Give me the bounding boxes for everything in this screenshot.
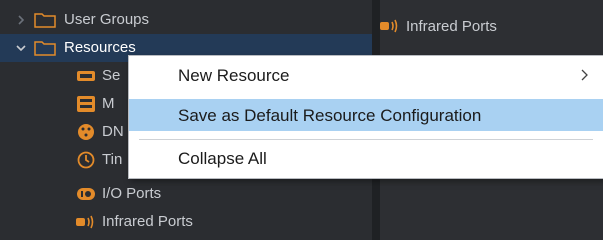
menu-item-label: New Resource xyxy=(178,66,290,85)
tree-item-infrared-ports[interactable]: Infrared Ports xyxy=(0,208,372,236)
tree-item-user-groups[interactable]: User Groups xyxy=(0,6,372,34)
chevron-right-icon xyxy=(581,69,588,81)
tree-item-label: Tin xyxy=(102,151,123,168)
timer-icon xyxy=(77,151,95,169)
infrared-port-icon xyxy=(380,19,398,33)
menu-item-new-resource[interactable]: New Resource xyxy=(129,59,603,91)
context-menu: New Resource Save as Default Resource Co… xyxy=(128,55,603,179)
infrared-port-icon xyxy=(76,215,94,229)
dmx-connector-icon xyxy=(78,124,94,140)
tree-item-label: Se xyxy=(102,67,121,84)
chevron-down-icon[interactable] xyxy=(14,41,28,55)
tree-item-label: User Groups xyxy=(64,11,150,28)
menu-item-label: Collapse All xyxy=(178,149,267,168)
folder-icon xyxy=(34,41,56,56)
serial-port-icon xyxy=(77,71,95,81)
menu-item-label: Save as Default Resource Configuration xyxy=(178,106,482,125)
detail-item-label: Infrared Ports xyxy=(406,18,497,35)
tree-item-io-ports[interactable]: I/O Ports xyxy=(0,180,372,208)
chevron-right-icon[interactable] xyxy=(14,13,28,27)
module-icon xyxy=(77,96,95,112)
tree-item-label: M xyxy=(102,95,115,112)
detail-item-infrared-ports[interactable]: Infrared Ports xyxy=(380,12,603,40)
tree-item-label: Infrared Ports xyxy=(102,213,193,230)
folder-icon xyxy=(34,13,56,28)
tree-item-label: DN xyxy=(102,123,124,140)
tree-item-label: Resources xyxy=(64,39,136,56)
menu-item-collapse-all[interactable]: Collapse All xyxy=(129,142,603,174)
menu-item-save-default-config[interactable]: Save as Default Resource Configuration xyxy=(129,99,603,131)
tree-item-label: I/O Ports xyxy=(102,185,162,202)
menu-separator xyxy=(139,139,593,140)
io-port-icon xyxy=(77,188,95,200)
